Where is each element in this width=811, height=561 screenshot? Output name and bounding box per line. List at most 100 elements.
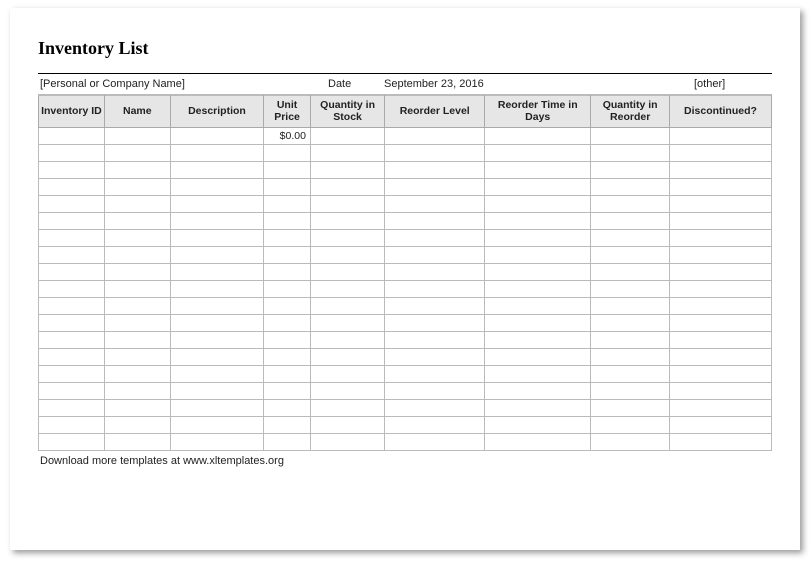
cell-discontinued[interactable] [669, 349, 771, 366]
cell-qty_in_reorder[interactable] [591, 332, 670, 349]
cell-reorder_level[interactable] [385, 315, 485, 332]
cell-name[interactable] [104, 213, 170, 230]
cell-inventory_id[interactable] [39, 230, 105, 247]
cell-qty_in_reorder[interactable] [591, 366, 670, 383]
cell-description[interactable] [170, 383, 263, 400]
cell-reorder_level[interactable] [385, 230, 485, 247]
cell-qty_in_reorder[interactable] [591, 128, 670, 145]
cell-unit_price[interactable] [264, 264, 311, 281]
cell-reorder_time_days[interactable] [485, 400, 591, 417]
cell-qty_in_reorder[interactable] [591, 400, 670, 417]
cell-unit_price[interactable] [264, 315, 311, 332]
cell-reorder_time_days[interactable] [485, 315, 591, 332]
cell-qty_in_stock[interactable] [310, 281, 384, 298]
cell-reorder_level[interactable] [385, 213, 485, 230]
cell-qty_in_stock[interactable] [310, 247, 384, 264]
cell-name[interactable] [104, 366, 170, 383]
cell-unit_price[interactable] [264, 366, 311, 383]
cell-name[interactable] [104, 281, 170, 298]
cell-qty_in_reorder[interactable] [591, 298, 670, 315]
cell-qty_in_stock[interactable] [310, 417, 384, 434]
cell-qty_in_stock[interactable] [310, 332, 384, 349]
cell-unit_price[interactable] [264, 162, 311, 179]
cell-description[interactable] [170, 417, 263, 434]
cell-unit_price[interactable] [264, 145, 311, 162]
cell-inventory_id[interactable] [39, 383, 105, 400]
cell-reorder_time_days[interactable] [485, 264, 591, 281]
cell-description[interactable] [170, 366, 263, 383]
cell-reorder_level[interactable] [385, 298, 485, 315]
cell-qty_in_stock[interactable] [310, 230, 384, 247]
cell-qty_in_reorder[interactable] [591, 281, 670, 298]
cell-name[interactable] [104, 349, 170, 366]
cell-qty_in_reorder[interactable] [591, 417, 670, 434]
cell-name[interactable] [104, 247, 170, 264]
cell-qty_in_reorder[interactable] [591, 434, 670, 451]
cell-discontinued[interactable] [669, 145, 771, 162]
cell-description[interactable] [170, 349, 263, 366]
cell-qty_in_stock[interactable] [310, 128, 384, 145]
cell-discontinued[interactable] [669, 281, 771, 298]
cell-discontinued[interactable] [669, 264, 771, 281]
cell-reorder_time_days[interactable] [485, 281, 591, 298]
cell-qty_in_reorder[interactable] [591, 196, 670, 213]
cell-reorder_level[interactable] [385, 332, 485, 349]
cell-qty_in_reorder[interactable] [591, 145, 670, 162]
cell-discontinued[interactable] [669, 213, 771, 230]
cell-qty_in_reorder[interactable] [591, 247, 670, 264]
cell-name[interactable] [104, 434, 170, 451]
cell-reorder_level[interactable] [385, 247, 485, 264]
cell-inventory_id[interactable] [39, 366, 105, 383]
cell-name[interactable] [104, 315, 170, 332]
cell-inventory_id[interactable] [39, 162, 105, 179]
cell-unit_price[interactable] [264, 213, 311, 230]
cell-unit_price[interactable] [264, 383, 311, 400]
cell-inventory_id[interactable] [39, 349, 105, 366]
cell-reorder_level[interactable] [385, 196, 485, 213]
cell-name[interactable] [104, 145, 170, 162]
cell-reorder_level[interactable] [385, 281, 485, 298]
cell-inventory_id[interactable] [39, 298, 105, 315]
cell-name[interactable] [104, 128, 170, 145]
cell-description[interactable] [170, 145, 263, 162]
cell-reorder_level[interactable] [385, 434, 485, 451]
cell-reorder_level[interactable] [385, 128, 485, 145]
cell-reorder_level[interactable] [385, 366, 485, 383]
cell-reorder_level[interactable] [385, 264, 485, 281]
cell-description[interactable] [170, 179, 263, 196]
cell-discontinued[interactable] [669, 332, 771, 349]
cell-reorder_time_days[interactable] [485, 247, 591, 264]
cell-description[interactable] [170, 128, 263, 145]
cell-qty_in_stock[interactable] [310, 434, 384, 451]
cell-reorder_time_days[interactable] [485, 383, 591, 400]
cell-qty_in_stock[interactable] [310, 162, 384, 179]
cell-inventory_id[interactable] [39, 332, 105, 349]
cell-description[interactable] [170, 196, 263, 213]
cell-discontinued[interactable] [669, 366, 771, 383]
cell-unit_price[interactable] [264, 281, 311, 298]
cell-description[interactable] [170, 247, 263, 264]
cell-qty_in_reorder[interactable] [591, 179, 670, 196]
cell-discontinued[interactable] [669, 247, 771, 264]
cell-reorder_time_days[interactable] [485, 162, 591, 179]
cell-qty_in_stock[interactable] [310, 298, 384, 315]
cell-inventory_id[interactable] [39, 417, 105, 434]
cell-unit_price[interactable]: $0.00 [264, 128, 311, 145]
cell-inventory_id[interactable] [39, 434, 105, 451]
cell-reorder_time_days[interactable] [485, 230, 591, 247]
cell-qty_in_stock[interactable] [310, 383, 384, 400]
cell-name[interactable] [104, 417, 170, 434]
cell-description[interactable] [170, 162, 263, 179]
cell-discontinued[interactable] [669, 383, 771, 400]
cell-reorder_level[interactable] [385, 145, 485, 162]
cell-inventory_id[interactable] [39, 196, 105, 213]
cell-unit_price[interactable] [264, 434, 311, 451]
cell-inventory_id[interactable] [39, 179, 105, 196]
cell-name[interactable] [104, 179, 170, 196]
cell-inventory_id[interactable] [39, 281, 105, 298]
cell-discontinued[interactable] [669, 400, 771, 417]
cell-qty_in_stock[interactable] [310, 179, 384, 196]
cell-reorder_time_days[interactable] [485, 298, 591, 315]
cell-inventory_id[interactable] [39, 145, 105, 162]
cell-qty_in_stock[interactable] [310, 213, 384, 230]
